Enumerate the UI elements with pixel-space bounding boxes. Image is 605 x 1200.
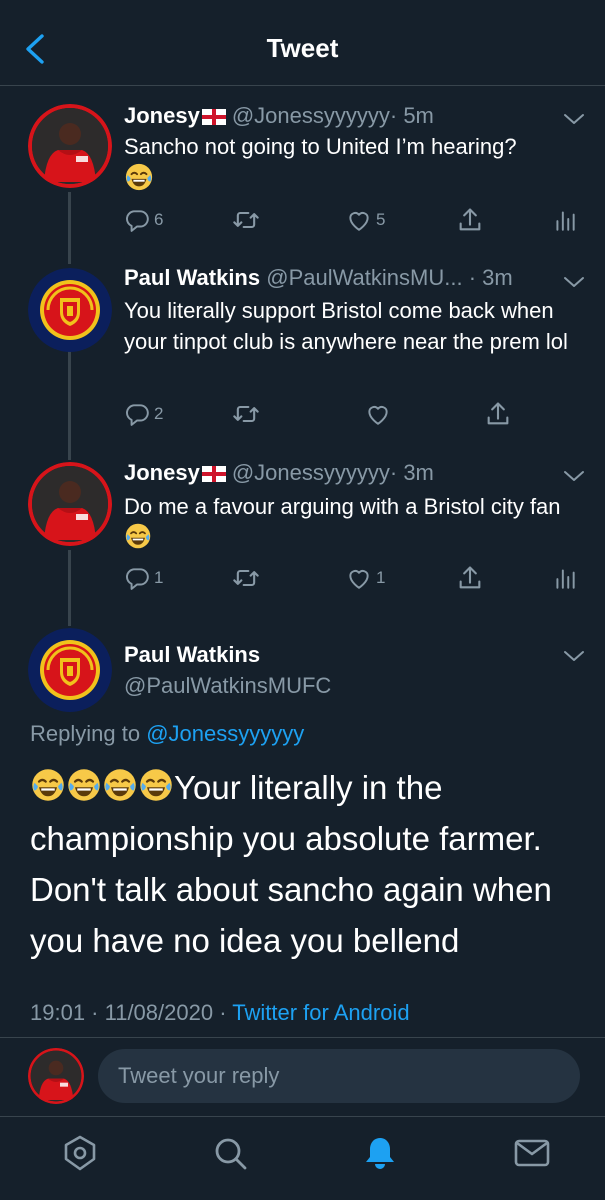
tweet-text-content: Sancho not going to United I’m hearing? bbox=[124, 134, 517, 159]
source-link[interactable]: Twitter for Android bbox=[232, 1000, 409, 1025]
chevron-down-icon[interactable] bbox=[563, 275, 585, 289]
messages-icon[interactable] bbox=[512, 1133, 552, 1173]
share-icon bbox=[456, 564, 484, 592]
tweet-header: Paul Watkins @PaulWatkinsMU... · 3m bbox=[124, 265, 513, 291]
reply-placeholder: Tweet your reply bbox=[118, 1063, 280, 1088]
like-button[interactable]: 5 bbox=[346, 205, 385, 235]
home-icon[interactable] bbox=[60, 1133, 100, 1173]
avatar[interactable] bbox=[28, 104, 112, 188]
chevron-down-icon[interactable] bbox=[563, 112, 585, 126]
heart-icon bbox=[346, 565, 372, 591]
chevron-down-icon[interactable] bbox=[563, 649, 585, 663]
thread-line bbox=[68, 192, 71, 264]
retweet-button[interactable] bbox=[232, 399, 260, 429]
avatar[interactable] bbox=[28, 268, 112, 352]
reply-count: 1 bbox=[154, 568, 164, 587]
display-name[interactable]: Jonesy bbox=[124, 103, 200, 128]
analytics-icon bbox=[552, 565, 578, 591]
reply-count: 2 bbox=[154, 404, 164, 423]
share-button[interactable] bbox=[456, 563, 484, 593]
analytics-icon bbox=[552, 207, 578, 233]
share-button[interactable] bbox=[484, 399, 512, 429]
reply-button[interactable]: 6 bbox=[124, 205, 163, 235]
like-count: 1 bbox=[376, 568, 386, 587]
laughing-emoji-icon bbox=[138, 767, 174, 803]
analytics-button[interactable] bbox=[552, 205, 578, 235]
laughing-emoji-icon bbox=[124, 522, 152, 550]
thread-line bbox=[68, 550, 71, 626]
mention-link[interactable]: @Jonessyyyyyy bbox=[146, 721, 304, 746]
reply-button[interactable]: 1 bbox=[124, 563, 163, 593]
reply-icon bbox=[124, 401, 150, 427]
page-title: Tweet bbox=[266, 33, 339, 63]
tweet-text-content: Do me a favour arguing with a Bristol ci… bbox=[124, 494, 561, 519]
laughing-emoji-icon bbox=[66, 767, 102, 803]
avatar[interactable] bbox=[28, 628, 112, 712]
timestamp: · 3m bbox=[468, 265, 513, 290]
handle[interactable]: @Jonessyyyyyy bbox=[232, 460, 390, 485]
reply-button[interactable]: 2 bbox=[124, 399, 163, 429]
retweet-icon bbox=[232, 400, 260, 428]
reply-count: 6 bbox=[154, 210, 164, 229]
retweet-icon bbox=[232, 564, 260, 592]
divider bbox=[0, 1037, 605, 1038]
timestamp: · 5m bbox=[389, 103, 434, 128]
share-button[interactable] bbox=[456, 205, 484, 235]
reply-input[interactable]: Tweet your reply bbox=[98, 1049, 580, 1103]
display-name[interactable]: Paul Watkins bbox=[124, 642, 260, 668]
laughing-emoji-icon bbox=[30, 767, 66, 803]
heart-icon bbox=[365, 401, 391, 427]
tweet-meta: 19:01 · 11/08/2020 · Twitter for Android bbox=[30, 1000, 410, 1026]
like-button[interactable]: 1 bbox=[346, 563, 385, 593]
retweet-button[interactable] bbox=[232, 205, 260, 235]
reply-icon bbox=[124, 207, 150, 233]
england-flag-icon bbox=[202, 109, 226, 125]
tweet-header: Jonesy @Jonessyyyyyy· 5m bbox=[124, 103, 434, 129]
like-count: 5 bbox=[376, 210, 386, 229]
handle[interactable]: @PaulWatkinsMU... bbox=[266, 265, 462, 290]
timestamp: · 3m bbox=[389, 460, 434, 485]
avatar[interactable] bbox=[28, 462, 112, 546]
display-name[interactable]: Jonesy bbox=[124, 460, 200, 485]
replying-label: Replying to bbox=[30, 721, 141, 746]
laughing-emoji-icon bbox=[102, 767, 138, 803]
tweet-text: Do me a favour arguing with a Bristol ci… bbox=[124, 491, 584, 554]
like-button[interactable] bbox=[365, 399, 391, 429]
share-icon bbox=[484, 400, 512, 428]
tweet-text: Sancho not going to United I’m hearing? bbox=[124, 131, 584, 196]
retweet-icon bbox=[232, 206, 260, 234]
retweet-button[interactable] bbox=[232, 563, 260, 593]
search-icon[interactable] bbox=[210, 1133, 250, 1173]
share-icon bbox=[456, 206, 484, 234]
heart-icon bbox=[346, 207, 372, 233]
england-flag-icon bbox=[202, 466, 226, 482]
handle[interactable]: @PaulWatkinsMUFC bbox=[124, 673, 331, 699]
laughing-emoji-icon bbox=[124, 162, 154, 192]
tweet-text: You literally support Bristol come back … bbox=[124, 298, 568, 354]
handle[interactable]: @Jonessyyyyyy bbox=[232, 103, 390, 128]
display-name[interactable]: Paul Watkins bbox=[124, 265, 260, 290]
notifications-icon[interactable] bbox=[360, 1133, 400, 1173]
chevron-down-icon[interactable] bbox=[563, 469, 585, 483]
user-avatar[interactable] bbox=[28, 1048, 84, 1104]
tweet-text: Your literally in the championship you a… bbox=[30, 762, 590, 966]
tweet-header: Jonesy @Jonessyyyyyy· 3m bbox=[124, 460, 434, 486]
timestamp: 19:01 · 11/08/2020 · bbox=[30, 1000, 227, 1025]
analytics-button[interactable] bbox=[552, 563, 578, 593]
top-bar: Tweet bbox=[0, 0, 605, 86]
reply-icon bbox=[124, 565, 150, 591]
replying-to: Replying to @Jonessyyyyyy bbox=[30, 721, 304, 747]
divider bbox=[0, 1116, 605, 1117]
